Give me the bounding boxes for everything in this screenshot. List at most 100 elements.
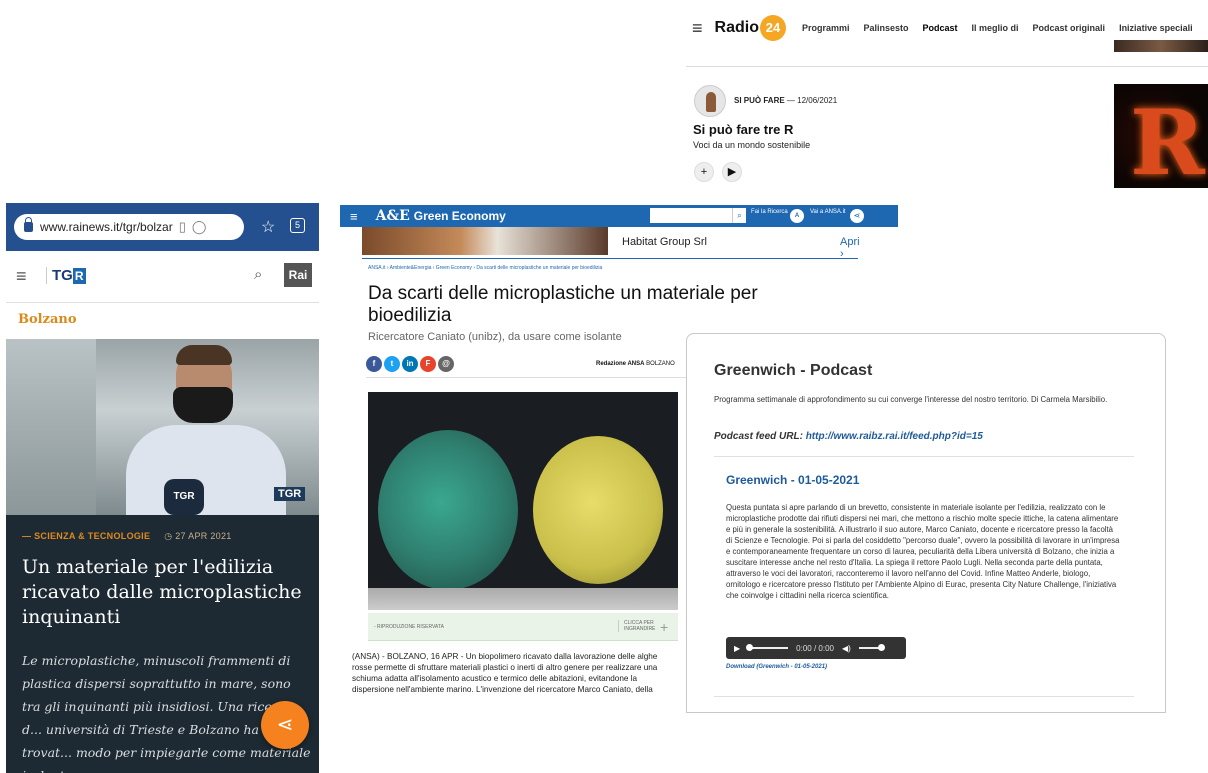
seek-slider[interactable] bbox=[746, 644, 789, 651]
show-name[interactable]: SI PUÒ FARE bbox=[734, 96, 785, 105]
ad-cta[interactable]: Apri › bbox=[840, 236, 860, 260]
divider bbox=[714, 696, 1134, 697]
flipboard-icon[interactable]: F bbox=[420, 356, 436, 372]
book-icon[interactable]: ▯ bbox=[179, 219, 186, 235]
nav-podcast-originali[interactable]: Podcast originali bbox=[1033, 23, 1106, 33]
play-icon[interactable]: ▶ bbox=[734, 644, 740, 653]
volume-icon[interactable]: ◀) bbox=[842, 644, 851, 653]
article-image[interactable] bbox=[368, 392, 678, 610]
tgr-mobile-panel: www.rainews.it/tgr/bolzar ▯ ◯ ☆ 5 ≡ TG R … bbox=[6, 203, 319, 773]
article-subhead: Ricercatore Caniato (unibz), da usare co… bbox=[368, 331, 622, 343]
feed-line: Podcast feed URL: http://www.raibz.rai.i… bbox=[714, 431, 983, 442]
divider bbox=[686, 66, 1208, 67]
search-icon[interactable]: ⌕ bbox=[732, 208, 746, 223]
episode-date: — 12/06/2021 bbox=[786, 96, 838, 105]
menu-icon[interactable]: ≡ bbox=[350, 209, 358, 224]
play-button[interactable]: ▶ bbox=[722, 162, 742, 182]
share-button[interactable]: ⋖ bbox=[261, 701, 309, 749]
photo-person-body bbox=[126, 425, 286, 515]
divider bbox=[714, 456, 1134, 457]
episode-title[interactable]: Si può fare tre R bbox=[693, 122, 793, 137]
episode-meta: SI PUÒ FARE — 12/06/2021 bbox=[734, 96, 837, 105]
tabs-icon[interactable]: 5 bbox=[290, 218, 305, 233]
lock-icon bbox=[24, 217, 33, 232]
green-disc bbox=[378, 430, 518, 590]
breadcrumb[interactable]: ANSA.it › Ambiente&Energia › Green Econo… bbox=[368, 265, 602, 271]
nav-palinsesto[interactable]: Palinsesto bbox=[863, 23, 908, 33]
episode-controls: + ▶ bbox=[694, 162, 742, 182]
star-icon[interactable]: ☆ bbox=[261, 217, 275, 237]
episode-subtitle: Voci da un mondo sostenibile bbox=[693, 140, 811, 150]
url-field[interactable]: www.rainews.it/tgr/bolzar ▯ ◯ bbox=[14, 214, 244, 240]
enlarge-icon[interactable]: + bbox=[660, 619, 668, 635]
radio24-panel: ≡ Radio 24 Programmi Palinsesto Podcast I… bbox=[686, 0, 1208, 190]
share-icon: ⋖ bbox=[276, 714, 294, 736]
rai-logo[interactable]: Rai bbox=[284, 263, 312, 287]
tgr-logo[interactable]: TG R bbox=[46, 267, 86, 284]
podcast-description: Programma settimanale di approfondimento… bbox=[714, 395, 1108, 404]
feed-url-link[interactable]: http://www.raibz.rai.it/feed.php?id=15 bbox=[806, 431, 983, 442]
article-body: (ANSA) - BOLZANO, 16 APR - Un biopolimer… bbox=[352, 652, 658, 694]
player-time: 0:00 / 0:00 bbox=[796, 643, 834, 653]
ruler bbox=[368, 588, 678, 610]
linkedin-icon[interactable]: in bbox=[402, 356, 418, 372]
browser-toolbar: www.rainews.it/tgr/bolzar ▯ ◯ ☆ 5 bbox=[6, 203, 319, 251]
nav-podcast[interactable]: Podcast bbox=[923, 23, 958, 33]
search-icon[interactable]: ⌕ bbox=[254, 266, 262, 283]
article-headline: Da scarti delle microplastiche un materi… bbox=[368, 283, 758, 326]
reload-icon[interactable]: ◯ bbox=[192, 219, 207, 235]
ansa-brand[interactable]: A&E Green Economy bbox=[376, 208, 506, 224]
ansa-topbar: ≡ A&E Green Economy ⌕ Fai la Ricerca A Va… bbox=[340, 205, 898, 227]
show-avatar[interactable] bbox=[694, 85, 726, 117]
radio24-nav: Programmi Palinsesto Podcast Il meglio d… bbox=[802, 23, 1193, 33]
download-link[interactable]: Download (Greenwich - 01-05-2021) bbox=[726, 664, 827, 670]
enlarge-label[interactable]: CLICCA PER INGRANDIRE bbox=[618, 620, 678, 632]
divider bbox=[366, 377, 686, 378]
greenwich-panel: Greenwich - Podcast Programma settimanal… bbox=[686, 333, 1166, 713]
article-date: ◷ 27 APR 2021 bbox=[164, 531, 232, 541]
photo-watermark: TGR bbox=[274, 487, 306, 501]
ad-advertiser: Habitat Group Srl bbox=[622, 236, 707, 248]
volume-slider[interactable] bbox=[858, 644, 885, 651]
photo-person-mask bbox=[173, 387, 233, 423]
search-input[interactable] bbox=[650, 208, 732, 223]
photo-background bbox=[6, 339, 96, 515]
article-photo: TGR TGR bbox=[6, 339, 319, 515]
photo-person-hair bbox=[176, 345, 232, 365]
nav-iniziative-speciali[interactable]: Iniziative speciali bbox=[1119, 23, 1193, 33]
facebook-icon[interactable]: f bbox=[366, 356, 382, 372]
yellow-disc bbox=[533, 436, 663, 584]
url-text: www.rainews.it/tgr/bolzar bbox=[40, 220, 173, 234]
microphone: TGR bbox=[164, 479, 204, 515]
hero-image-strip bbox=[1114, 40, 1208, 52]
ansa-icon[interactable]: A bbox=[790, 209, 804, 223]
search-label[interactable]: Fai la Ricerca bbox=[751, 209, 788, 216]
article-category: — SCIENZA & TECNOLOGIE ◷ 27 APR 2021 bbox=[22, 531, 232, 542]
ad-banner[interactable]: Habitat Group Srl Apri › bbox=[362, 227, 860, 260]
byline: Redazione ANSA BOLZANO bbox=[596, 361, 675, 367]
copyright-note: - RIPRODUZIONE RISERVATA bbox=[374, 624, 444, 630]
menu-icon[interactable]: ≡ bbox=[692, 18, 703, 39]
article-title: Un materiale per l'edilizia ricavato dal… bbox=[22, 556, 302, 628]
region-title[interactable]: Bolzano bbox=[6, 303, 319, 339]
nav-il-meglio-di[interactable]: Il meglio di bbox=[972, 23, 1019, 33]
tgr-header: ≡ TG R ⌕ Rai bbox=[6, 251, 319, 303]
category-link[interactable]: — SCIENZA & TECNOLOGIE bbox=[22, 531, 150, 541]
episode-cover-image[interactable]: R bbox=[1114, 84, 1208, 188]
radio24-logo[interactable]: Radio 24 bbox=[715, 15, 786, 41]
add-button[interactable]: + bbox=[694, 162, 714, 182]
nav-programmi[interactable]: Programmi bbox=[802, 23, 850, 33]
podcast-title: Greenwich - Podcast bbox=[714, 362, 873, 379]
visit-ansa-label[interactable]: Vai a ANSA.it bbox=[810, 209, 846, 216]
email-icon[interactable]: @ bbox=[438, 356, 454, 372]
episode-description: Questa puntata si apre parlando di un br… bbox=[726, 503, 1120, 600]
twitter-icon[interactable]: t bbox=[384, 356, 400, 372]
share-icon[interactable]: ⋖ bbox=[850, 209, 864, 223]
episode-title[interactable]: Greenwich - 01-05-2021 bbox=[726, 473, 859, 487]
social-share-bar: f t in F @ bbox=[366, 356, 454, 372]
menu-icon[interactable]: ≡ bbox=[16, 266, 27, 287]
ad-image bbox=[362, 227, 608, 255]
image-caption-bar: - RIPRODUZIONE RISERVATA CLICCA PER INGR… bbox=[368, 613, 678, 641]
cover-letter: R bbox=[1130, 90, 1205, 188]
audio-player: ▶ 0:00 / 0:00 ◀) bbox=[726, 637, 906, 659]
